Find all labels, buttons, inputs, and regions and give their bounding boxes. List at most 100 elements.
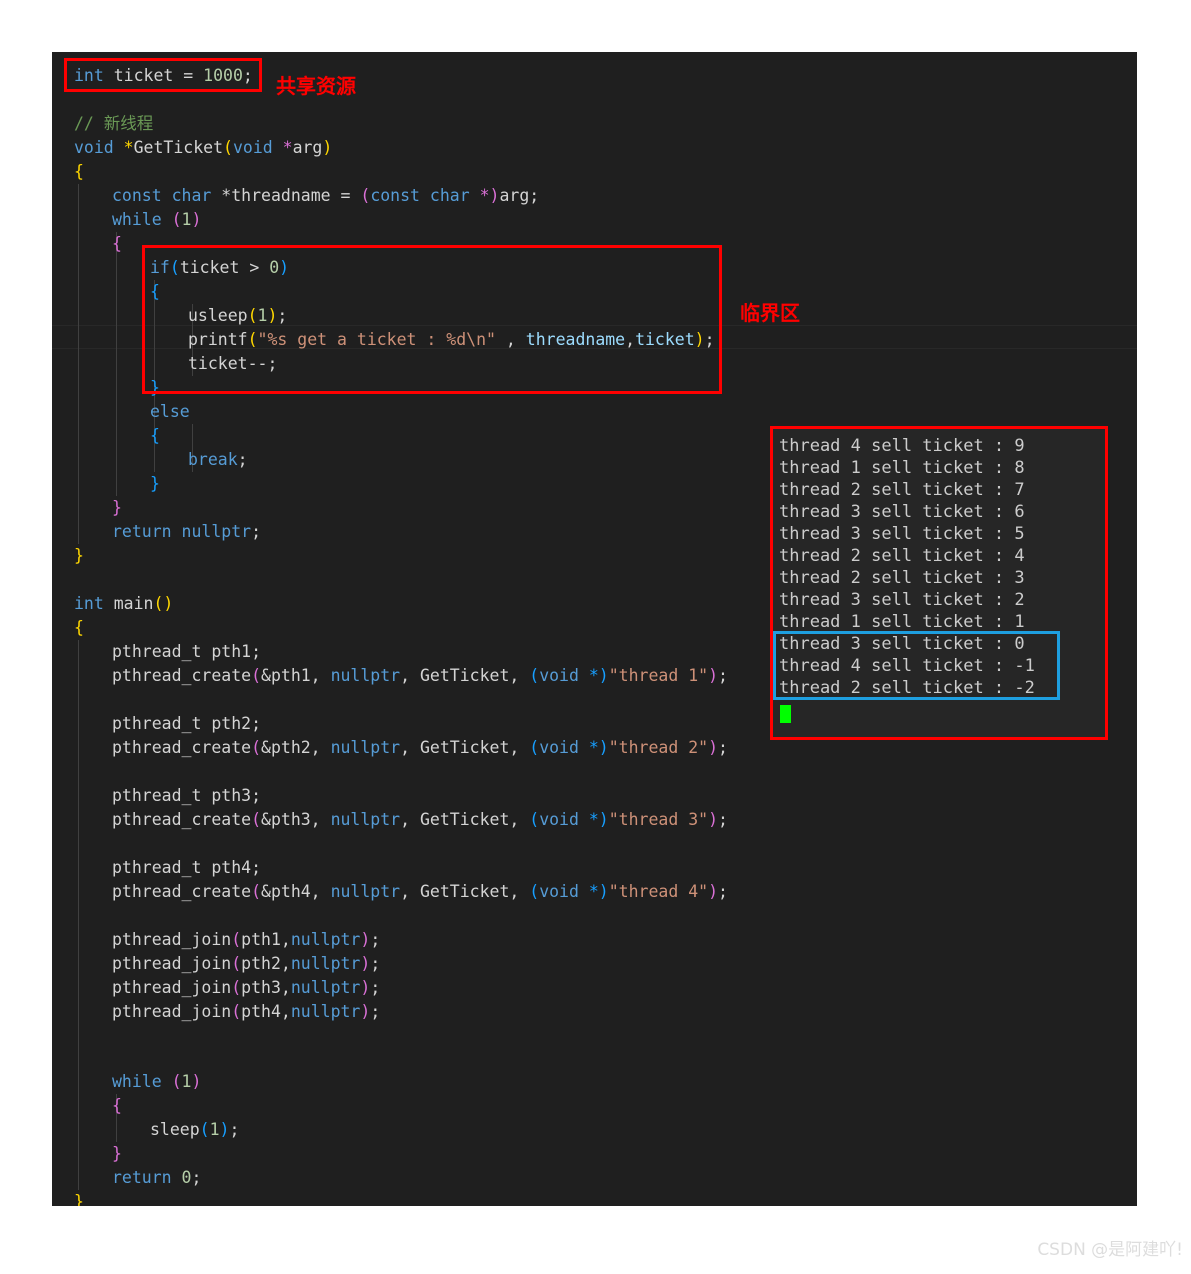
code-token: pthread_join	[112, 1002, 232, 1021]
code-token: )	[279, 258, 290, 277]
code-line: }	[112, 1142, 122, 1166]
code-token: 1	[209, 1120, 220, 1139]
code-token: 1	[181, 210, 192, 229]
code-token: ticket	[635, 330, 695, 349]
code-token: ;	[718, 666, 728, 685]
terminal-line: thread 4 sell ticket : 9	[779, 436, 1025, 456]
code-token: return	[112, 522, 182, 541]
code-token: break	[188, 450, 238, 469]
code-token: char	[429, 186, 480, 205]
code-token: nullptr	[181, 522, 252, 541]
code-token: , GetTicket,	[400, 882, 530, 901]
code-token: pthread_join	[112, 954, 232, 973]
code-token: ()	[153, 594, 174, 613]
code-line: {	[112, 232, 122, 256]
code-token: *	[221, 186, 232, 205]
code-token: {	[74, 618, 84, 637]
code-token: ;	[370, 978, 381, 997]
code-token: pthread_create	[112, 666, 252, 685]
terminal-line: thread 1 sell ticket : 1	[779, 612, 1025, 632]
terminal-line: thread 2 sell ticket : 4	[779, 546, 1025, 566]
code-line: while (1)	[112, 1070, 201, 1094]
code-line: ticket--;	[188, 352, 277, 376]
code-token: ticket--;	[188, 354, 278, 373]
code-token: *	[123, 138, 134, 157]
terminal-line: thread 2 sell ticket : -2	[779, 678, 1035, 698]
code-token: pthread_join	[112, 930, 232, 949]
terminal-output-panel[interactable]: thread 4 sell ticket : 9 thread 1 sell ti…	[770, 426, 1108, 740]
code-line: pthread_join(pth3,nullptr);	[112, 976, 380, 1000]
code-token: }	[112, 1144, 122, 1163]
code-line: pthread_create(&pth1, nullptr, GetTicket…	[112, 664, 728, 688]
code-token: (	[251, 666, 262, 685]
code-token: while	[112, 210, 172, 229]
code-line: while (1)	[112, 208, 201, 232]
code-token: )	[322, 138, 333, 157]
code-token: ;	[704, 330, 715, 349]
code-token: =	[183, 66, 204, 85]
code-token: 0	[269, 258, 280, 277]
code-token: )	[598, 882, 609, 901]
code-token: &pth1,	[261, 666, 331, 685]
code-token: "thread 2"	[608, 738, 709, 757]
code-token: pthread_t pth4;	[112, 858, 262, 877]
code-token: void	[539, 810, 589, 829]
code-token: }	[74, 1192, 84, 1206]
code-token: ,	[495, 330, 526, 349]
code-token: &pth2,	[261, 738, 331, 757]
shared-resource-label: 共享资源	[276, 74, 356, 98]
code-line: break;	[188, 448, 248, 472]
code-token: nullptr	[290, 930, 361, 949]
code-line: }	[112, 496, 122, 520]
code-token: main	[113, 594, 154, 613]
code-token: 1	[181, 1072, 192, 1091]
code-token: return	[112, 1168, 182, 1187]
code-token: nullptr	[290, 954, 361, 973]
code-token: (	[529, 738, 540, 757]
code-token: )	[219, 1120, 230, 1139]
code-token: (	[529, 666, 540, 685]
code-token: (	[231, 954, 242, 973]
code-token: (	[360, 186, 371, 205]
code-token: ;	[191, 1168, 202, 1187]
code-token: )	[598, 738, 609, 757]
code-token: const	[112, 186, 172, 205]
code-token: (	[529, 810, 540, 829]
code-token: , GetTicket,	[400, 666, 530, 685]
code-token: *	[479, 186, 490, 205]
code-token: )	[598, 666, 609, 685]
code-token: char	[171, 186, 222, 205]
code-token: )	[598, 810, 609, 829]
code-token: pth3,	[241, 978, 291, 997]
code-line: if(ticket > 0)	[150, 256, 289, 280]
code-line: usleep(1);	[188, 304, 287, 328]
code-token: }	[112, 498, 122, 517]
code-line: pthread_t pth4;	[112, 856, 261, 880]
code-line: else	[150, 400, 190, 424]
code-token: ;	[229, 1120, 240, 1139]
code-token: )	[360, 954, 371, 973]
code-token: (	[171, 1072, 182, 1091]
code-token: ;	[237, 450, 248, 469]
terminal-line: thread 1 sell ticket : 8	[779, 458, 1025, 478]
code-line: pthread_t pth2;	[112, 712, 261, 736]
code-token: sleep	[150, 1120, 200, 1139]
code-token: ;	[718, 738, 728, 757]
code-token: (	[251, 882, 262, 901]
code-token: *	[588, 810, 599, 829]
code-token: {	[150, 282, 160, 301]
code-token: ;	[718, 882, 728, 901]
code-token: arg	[292, 138, 323, 157]
code-token: else	[150, 402, 190, 421]
code-token: void	[539, 738, 589, 757]
code-token: nullptr	[330, 810, 401, 829]
critical-section-label: 临界区	[740, 301, 800, 325]
code-token: *	[588, 666, 599, 685]
terminal-line: thread 3 sell ticket : 2	[779, 590, 1025, 610]
code-token: GetTicket	[133, 138, 224, 157]
code-line: void *GetTicket(void *arg)	[74, 136, 332, 160]
code-token: "thread 3"	[608, 810, 709, 829]
code-token: 1000	[203, 66, 243, 85]
code-token: )	[360, 1002, 371, 1021]
code-token: usleep	[188, 306, 248, 325]
